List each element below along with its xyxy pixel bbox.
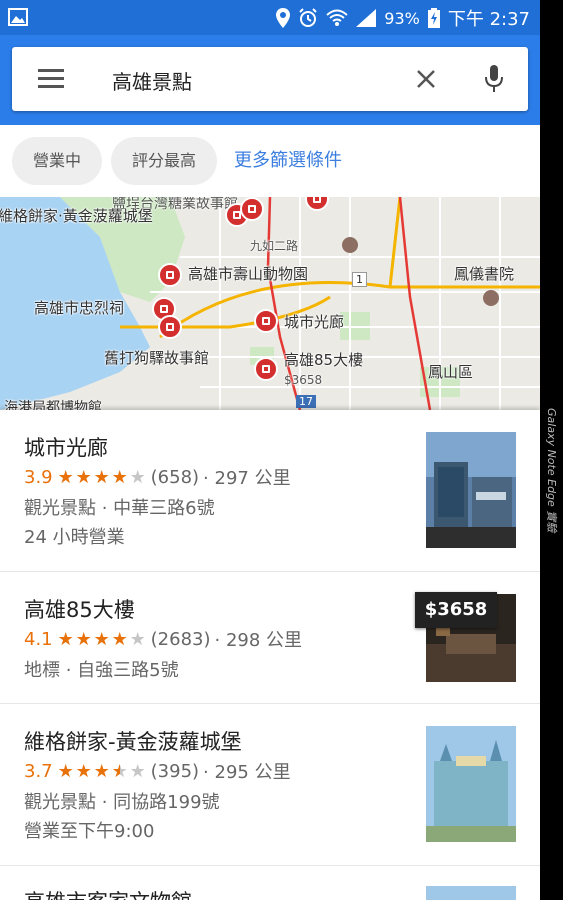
map-pin-tower85[interactable] [254,357,278,381]
star-rating: ★ ★ ★ ★ ★ [57,467,147,488]
map-label-dagou-museum: 舊打狗驛故事館 [104,349,210,367]
filter-chip-open-now[interactable]: 營業中 [12,137,102,185]
rating-line: 3.9 ★ ★ ★ ★ ★ (658) · 297 公里 [24,464,291,490]
map-label-weige: 維格餅家·黃金菠蘿城堡 [0,207,153,225]
star-half-icon: ★ [111,760,128,782]
place-name: 高雄85大樓 [24,598,135,622]
review-count: (2683) [150,628,211,650]
place-thumbnail[interactable] [426,886,516,900]
app-header: 高雄景點 [0,35,540,125]
status-bar: 93% 下午 2:37 [0,0,540,35]
star-empty-icon: ★ [129,760,146,782]
map-label-jiuru-road: 九如二路 [250,239,299,253]
place-name: 城市光廊 [24,436,108,460]
star-full-icon: ★ [75,628,92,650]
rating-value: 4.1 [24,628,53,650]
gallery-notification-icon [8,8,28,26]
battery-charging-icon [427,8,440,28]
star-rating: ★ ★ ★ ★ ★ [57,629,147,650]
map-pin-dagou[interactable] [158,315,182,339]
map-label-fengshan: 鳳山區 [428,363,474,381]
result-card[interactable]: 城市光廊 3.9 ★ ★ ★ ★ ★ (658) · 297 公里 觀光景點 · 中華三… [0,410,540,572]
map-label-tower85-price: $3658 [284,373,323,387]
opening-hours: 營業至下午9:00 [24,821,155,842]
map-pin-shoushan-zoo[interactable] [158,263,182,287]
results-list: 城市光廊 3.9 ★ ★ ★ ★ ★ (658) · 297 公里 觀光景點 · 中華三… [0,410,540,900]
distance: · 298 公里 [214,630,303,651]
result-card[interactable]: 維格餅家-黃金菠蘿城堡 3.7 ★ ★ ★ ★ ★ (395) · 295 公里 觀光景… [0,704,540,866]
search-query[interactable]: 高雄景點 [112,66,192,95]
review-count: (658) [150,466,200,488]
rating-line: 3.7 ★ ★ ★ ★ ★ (395) · 295 公里 [24,758,291,784]
rating-value: 3.9 [24,466,53,488]
search-box[interactable]: 高雄景點 [12,47,528,111]
map-pin-city-gallery[interactable] [254,309,278,333]
map-label-shoushan-zoo: 高雄市壽山動物園 [188,265,309,283]
museum-poi-icon [342,237,358,253]
star-full-icon: ★ [111,628,128,650]
map-label-harbor-museum: 海港局都博物館 [4,400,102,410]
edge-screen: Galaxy Note Edge 實驗 [540,0,563,900]
star-full-icon: ★ [93,628,110,650]
location-icon [276,8,291,28]
place-details: 觀光景點 · 同協路199號 [24,792,220,813]
watermark: Galaxy Note Edge 實驗 [545,408,558,533]
place-thumbnail[interactable] [426,432,516,548]
map-label-city-gallery: 城市光廊 [284,313,345,331]
price-badge: $3658 [415,592,497,628]
star-full-icon: ★ [75,760,92,782]
place-name: 維格餅家-黃金菠蘿城堡 [24,730,242,754]
wifi-icon [326,9,348,27]
star-full-icon: ★ [57,760,74,782]
academy-poi-icon [483,290,499,306]
map-view[interactable]: 鹽埕台灣糖業故事館 維格餅家·黃金菠蘿城堡 九如二路 高雄市壽山動物園 鳳儀書院… [0,197,540,410]
map-label-martyrs-shrine: 高雄市忠烈祠 [34,299,125,317]
star-full-icon: ★ [75,466,92,488]
result-card[interactable]: 高雄市客家文物館 [0,866,540,900]
star-rating: ★ ★ ★ ★ ★ [57,761,147,782]
route-1-shield: 1 [352,272,367,287]
star-empty-icon: ★ [129,466,146,488]
star-full-icon: ★ [93,466,110,488]
star-empty-icon: ★ [129,628,146,650]
map-label-fengyi-academy: 鳳儀書院 [454,265,515,283]
clock: 下午 2:37 [447,9,530,30]
star-full-icon: ★ [111,466,128,488]
place-details: 地標 · 自強三路5號 [24,660,179,681]
distance: · 295 公里 [203,762,291,783]
opening-hours: 24 小時營業 [24,527,125,548]
rating-value: 3.7 [24,760,53,782]
star-full-icon: ★ [57,628,74,650]
maps-app: 93% 下午 2:37 高雄景點 營業中 評分最高 更多篩選條件 鹽埕台灣糖業故… [0,0,540,900]
star-full-icon: ★ [93,760,110,782]
place-thumbnail[interactable] [426,726,516,842]
close-icon[interactable] [414,67,438,91]
signal-icon [356,9,377,27]
distance: · 297 公里 [203,468,291,489]
microphone-icon[interactable] [482,63,506,95]
more-filters-link[interactable]: 更多篩選條件 [234,137,342,185]
battery-percent: 93% [384,8,420,28]
alarm-icon [298,8,318,28]
route-17-shield: 17 [296,395,316,408]
rating-line: 4.1 ★ ★ ★ ★ ★ (2683) · 298 公里 [24,626,302,652]
map-label-tower85: 高雄85大樓 [284,351,364,369]
place-details: 觀光景點 · 中華三路6號 [24,498,215,519]
filter-bar: 營業中 評分最高 更多篩選條件 [0,125,540,197]
review-count: (395) [150,760,200,782]
map-pin-weige-2[interactable] [240,197,264,221]
star-full-icon: ★ [57,466,74,488]
filter-chip-top-rated[interactable]: 評分最高 [111,137,217,185]
menu-icon[interactable] [38,69,64,89]
place-name: 高雄市客家文物館 [24,886,192,900]
result-card[interactable]: 高雄85大樓 4.1 ★ ★ ★ ★ ★ (2683) · 298 公里 地標 · 自強… [0,572,540,704]
